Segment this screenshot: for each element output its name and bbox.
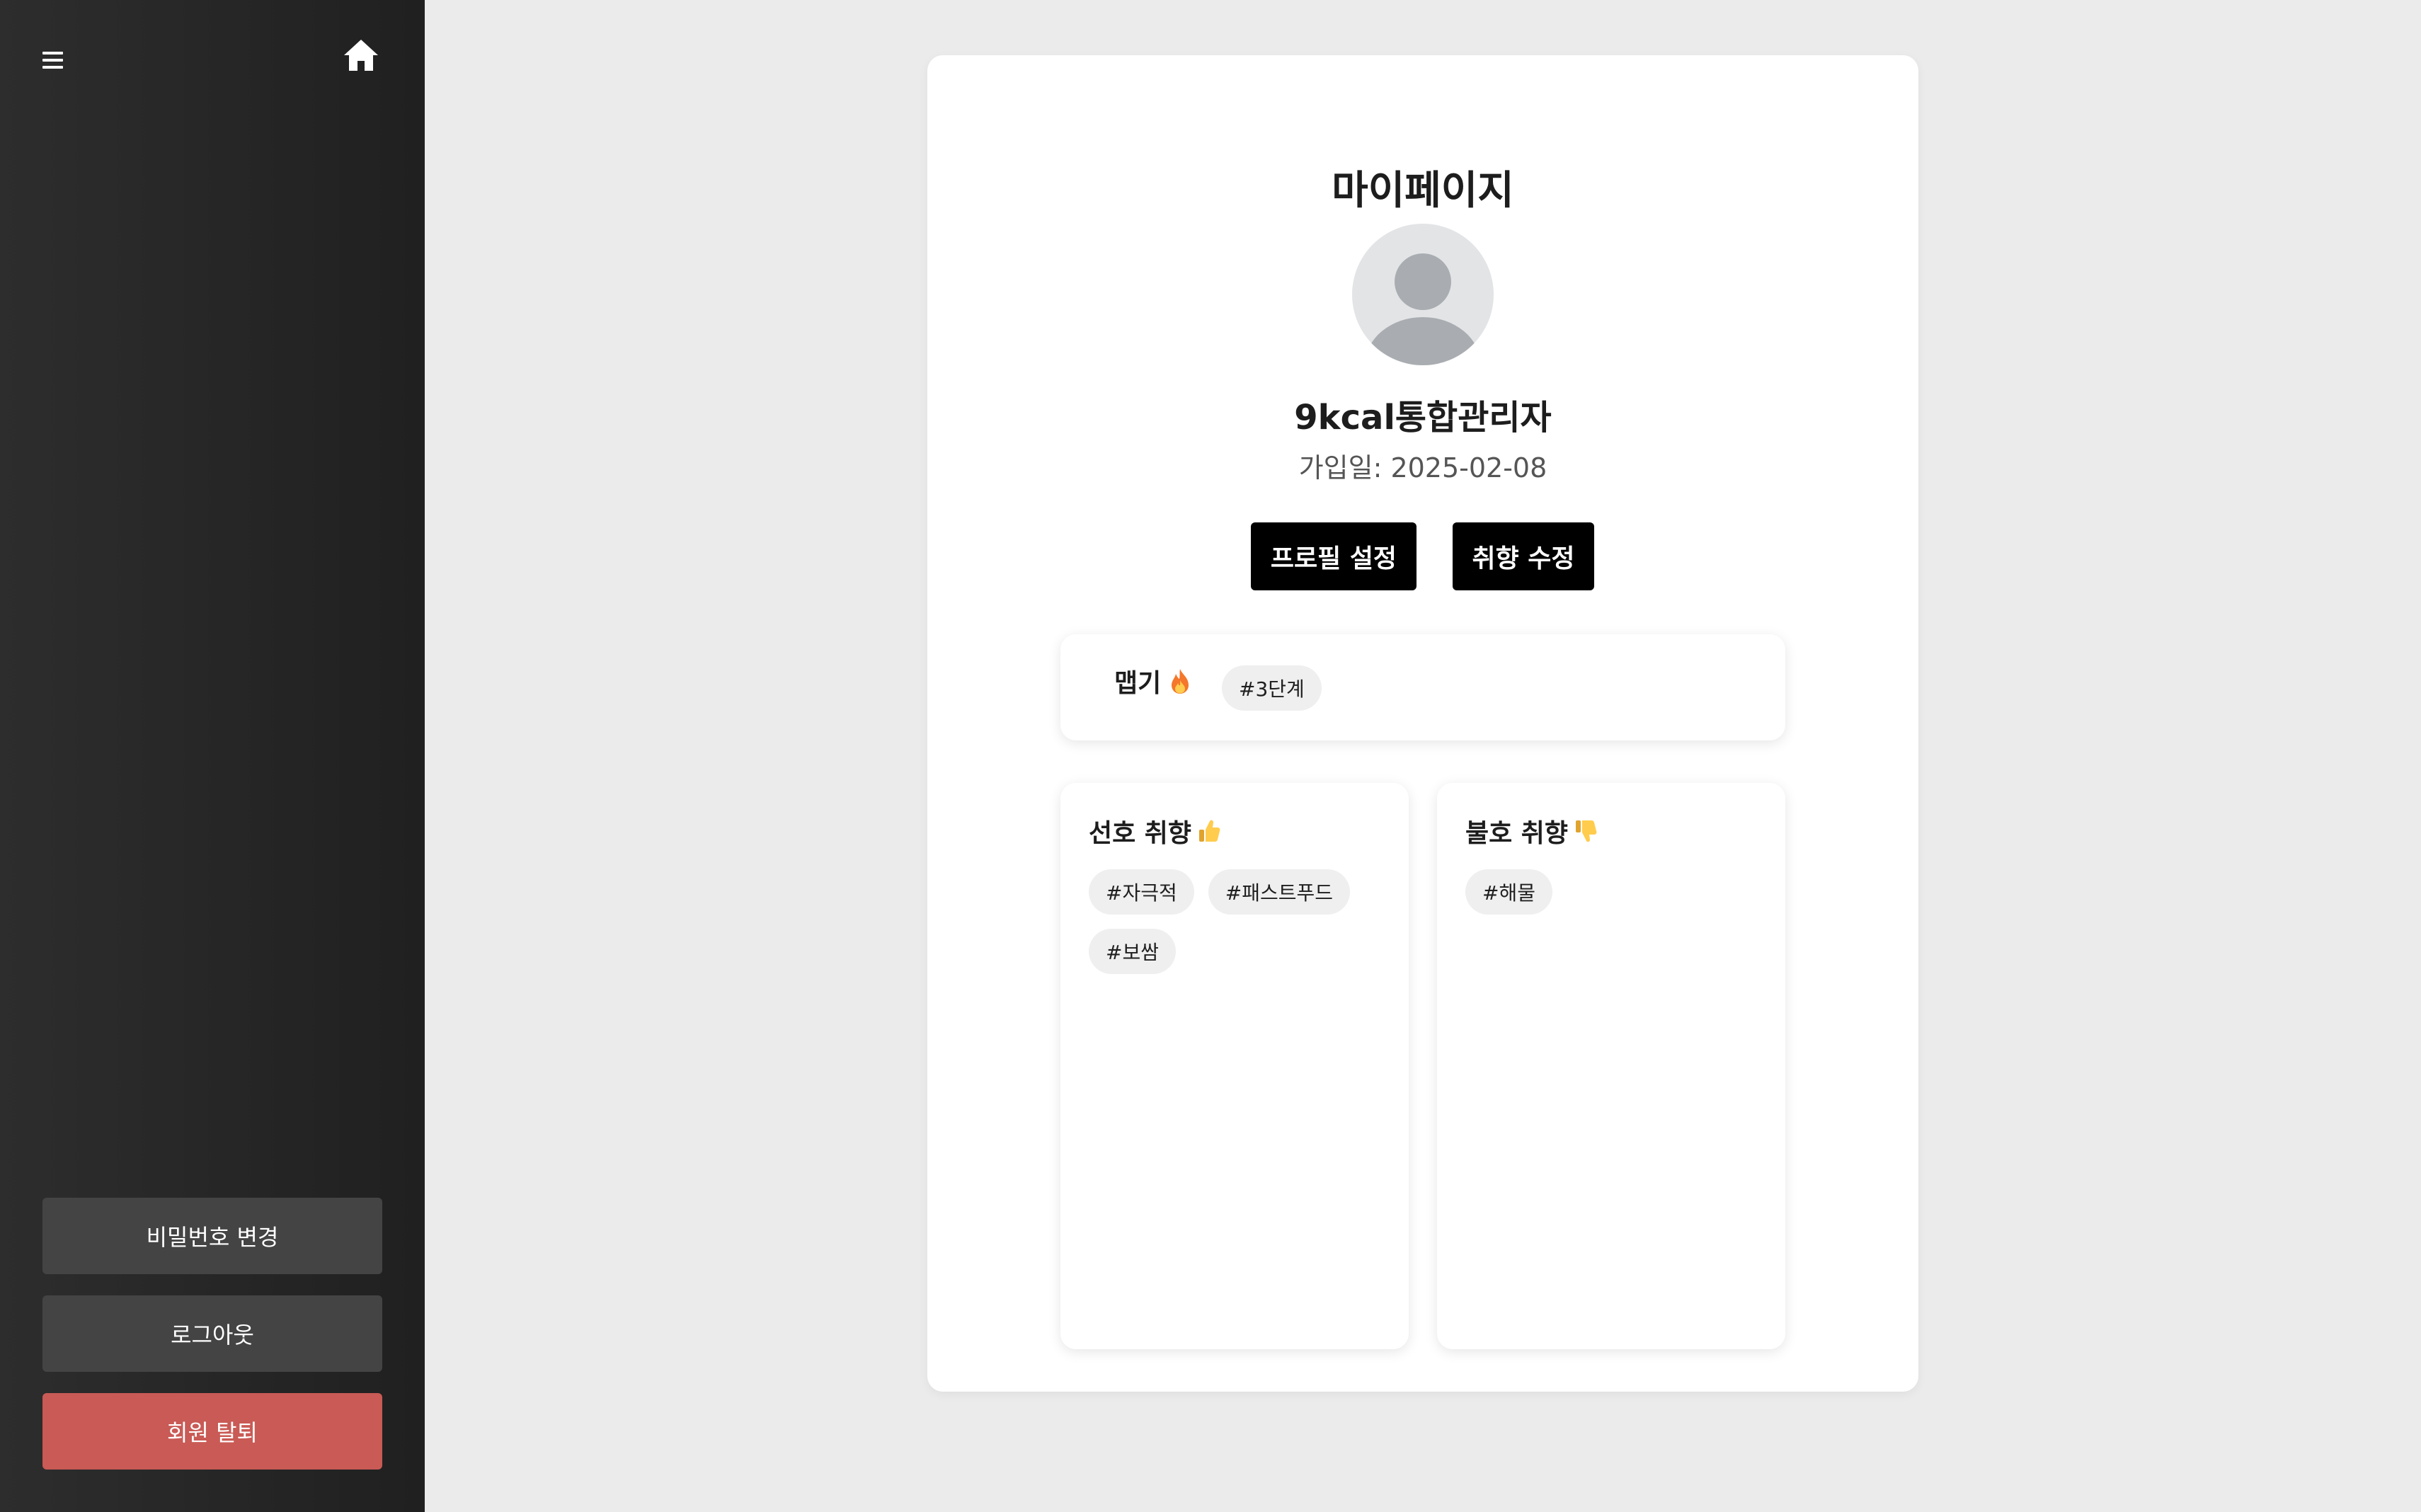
home-icon[interactable] bbox=[341, 37, 381, 74]
thumbs-up-icon bbox=[1199, 820, 1220, 842]
dislike-tag[interactable]: #해물 bbox=[1465, 869, 1552, 915]
page-title: 마이페이지 bbox=[1332, 168, 1514, 214]
change-password-button[interactable]: 비밀번호 변경 bbox=[42, 1198, 382, 1274]
like-tag[interactable]: #보쌈 bbox=[1089, 929, 1176, 974]
hamburger-menu-icon[interactable] bbox=[35, 42, 71, 78]
thumbs-down-icon bbox=[1576, 820, 1597, 842]
like-tag[interactable]: #자극적 bbox=[1089, 869, 1194, 915]
username: 9kcal통합관리자 bbox=[1294, 398, 1552, 437]
logout-button[interactable]: 로그아웃 bbox=[42, 1295, 382, 1372]
dislikes-title-text: 불호 취향 bbox=[1465, 819, 1569, 848]
likes-tag-list: #자극적 #패스트푸드 #보쌈 bbox=[1089, 869, 1386, 974]
like-tag[interactable]: #패스트푸드 bbox=[1208, 869, 1351, 915]
spicy-level-panel: 맵기 #3단계 bbox=[1060, 634, 1785, 740]
dislikes-panel: 불호 취향 #해물 bbox=[1437, 783, 1785, 1349]
edit-preferences-button[interactable]: 취향 수정 bbox=[1453, 522, 1594, 590]
user-avatar-icon bbox=[1352, 224, 1494, 365]
spicy-label: 맵기 bbox=[1114, 663, 1192, 699]
spicy-level-tag[interactable]: #3단계 bbox=[1222, 665, 1322, 711]
fire-icon bbox=[1172, 669, 1189, 694]
profile-settings-button[interactable]: 프로필 설정 bbox=[1251, 522, 1416, 590]
likes-panel: 선호 취향 #자극적 #패스트푸드 #보쌈 bbox=[1060, 783, 1409, 1349]
likes-title: 선호 취향 bbox=[1089, 813, 1221, 849]
join-date: 가입일: 2025-02-08 bbox=[1298, 452, 1547, 483]
spicy-label-text: 맵기 bbox=[1114, 669, 1162, 698]
mypage-card: 마이페이지 9kcal통합관리자 가입일: 2025-02-08 프로필 설정 … bbox=[927, 55, 1918, 1392]
likes-title-text: 선호 취향 bbox=[1089, 819, 1192, 848]
sidebar: 비밀번호 변경 로그아웃 회원 탈퇴 bbox=[0, 0, 425, 1512]
dislikes-tag-list: #해물 bbox=[1465, 869, 1763, 915]
dislikes-title: 불호 취향 bbox=[1465, 813, 1598, 849]
withdraw-button[interactable]: 회원 탈퇴 bbox=[42, 1393, 382, 1470]
